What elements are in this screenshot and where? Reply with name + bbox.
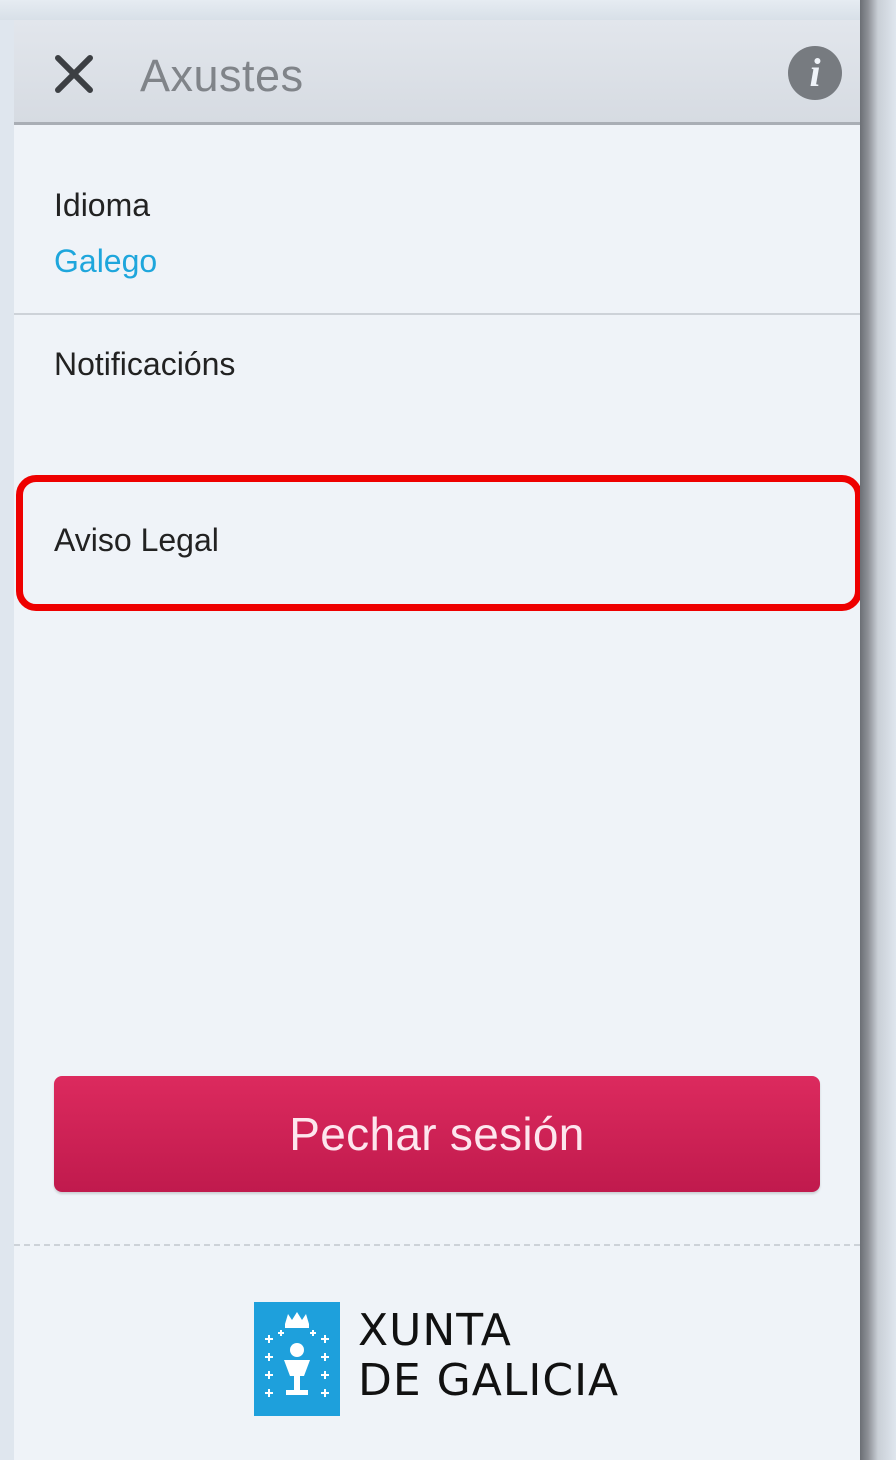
language-label: Idioma: [54, 187, 151, 223]
notifications-setting-row[interactable]: Notificacións: [14, 316, 860, 466]
background-shadow: [860, 0, 896, 1460]
header-bar: Axustes i: [14, 20, 860, 125]
language-value: Galego: [54, 243, 158, 279]
highlight-frame: [16, 475, 860, 611]
xunta-emblem-icon: [254, 1302, 340, 1416]
logout-button[interactable]: Pechar sesión: [54, 1076, 820, 1192]
notifications-label: Notificacións: [54, 346, 236, 382]
divider: [14, 313, 860, 315]
logo-line-2: DE GALICIA: [358, 1355, 620, 1406]
language-setting-row[interactable]: Idioma Galego: [14, 125, 860, 313]
page-title: Axustes: [140, 50, 304, 101]
logout-label: Pechar sesión: [289, 1108, 585, 1160]
close-icon[interactable]: [54, 54, 94, 94]
info-icon[interactable]: i: [788, 46, 842, 100]
settings-panel: Axustes i Idioma Galego Notificacións Av…: [14, 20, 860, 1460]
info-glyph: i: [809, 50, 821, 95]
footer-divider: [14, 1244, 860, 1246]
logo-line-1: XUNTA: [358, 1305, 512, 1356]
background-top: [0, 0, 896, 20]
xunta-logo-wordmark: XUNTA DE GALICIA: [358, 1306, 619, 1406]
